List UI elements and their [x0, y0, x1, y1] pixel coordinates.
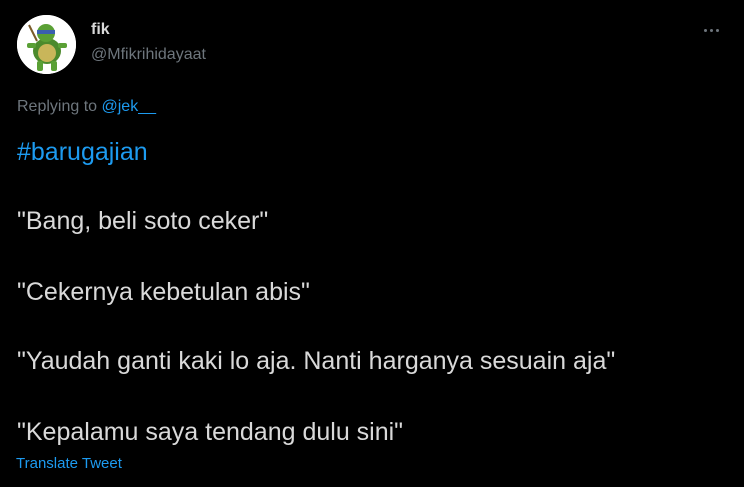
- tweet: fik @Mfikrihidayaat Replying to @jek__ #…: [0, 0, 744, 487]
- more-horizontal-icon: [703, 28, 707, 32]
- hashtag-link[interactable]: #barugajian: [17, 137, 148, 167]
- turtle-avatar-icon: [17, 15, 76, 74]
- tweet-text-line: "Kepalamu saya tendang dulu sini": [17, 418, 404, 446]
- more-options-button[interactable]: [700, 20, 722, 40]
- display-name[interactable]: fik: [91, 20, 110, 40]
- replying-to-link[interactable]: @jek__: [102, 98, 157, 115]
- more-horizontal-icon-dot: [715, 28, 719, 32]
- more-horizontal-icon-dot: [709, 28, 713, 32]
- tweet-text-line: "Yaudah ganti kaki lo aja. Nanti hargany…: [17, 347, 616, 375]
- replying-to: Replying to @jek__: [17, 97, 156, 117]
- tweet-text-line: "Cekernya kebetulan abis": [17, 278, 310, 306]
- user-handle[interactable]: @Mfikrihidayaat: [91, 45, 206, 65]
- translate-tweet-link[interactable]: Translate Tweet: [16, 455, 122, 473]
- tweet-text-line: "Bang, beli soto ceker": [17, 207, 269, 235]
- avatar[interactable]: [17, 15, 76, 74]
- replying-prefix: Replying to: [17, 98, 98, 115]
